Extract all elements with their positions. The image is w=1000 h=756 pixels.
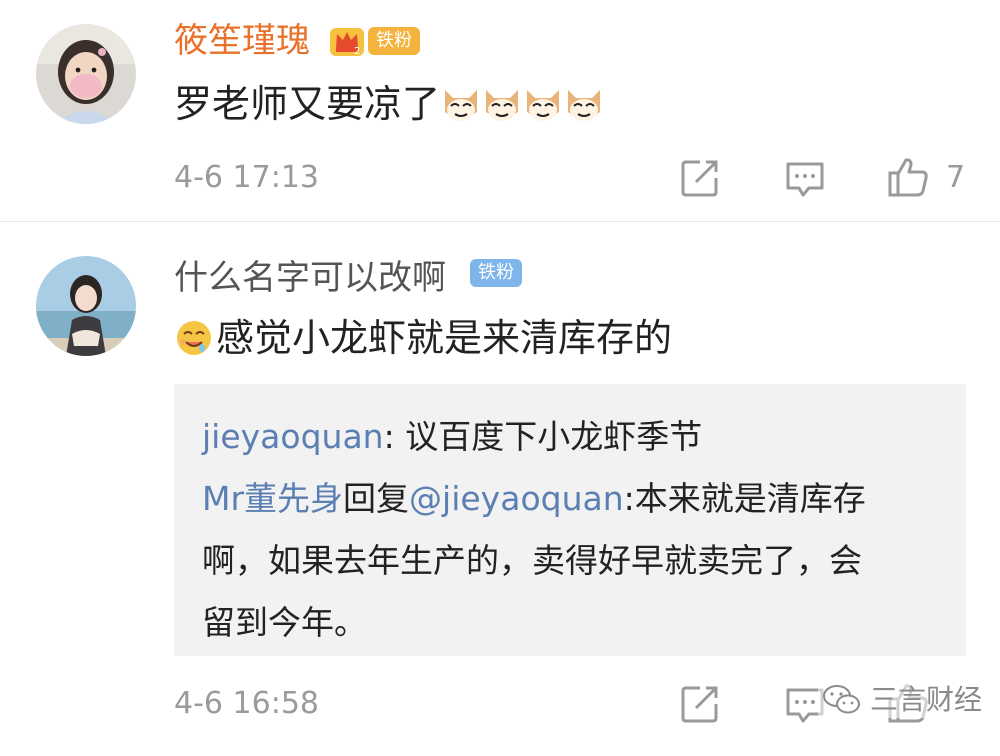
watermark-text: 三言财经 [870,683,983,716]
reply-text-continued: 留到今年。 [202,603,367,642]
fan-badge: 铁粉 [368,27,420,55]
share-icon[interactable] [678,156,722,200]
badge-row: 铁粉 [470,259,522,287]
share-icon[interactable] [678,682,722,726]
cat-face-emoji [527,90,560,121]
reply-username[interactable]: jieyaoquan [202,417,384,456]
comment-item: 筱笙瑾瑰 2 铁粉 罗老师又要凉了 4-6 17:13 7 [0,0,1000,222]
like-icon[interactable] [886,154,930,198]
comment-text-body: 感觉小龙虾就是来清库存的 [216,316,673,360]
wechat-icon [823,685,860,714]
timestamp: 4-6 16:58 [174,686,319,721]
watermark: 三言财经 [818,682,987,718]
svg-text:2: 2 [354,46,360,57]
username[interactable]: 筱笙瑾瑰 [174,20,310,62]
reply-text: : 议百度下小龙虾季节 [383,417,703,456]
reply-icon[interactable] [783,156,827,200]
comment-text-body: 罗老师又要凉了 [174,82,441,126]
comment-item: 什么名字可以改啊 铁粉 感觉小龙虾就是来清库存的 jieyaoquan: 议百度… [0,222,1000,756]
comment-text: 罗老师又要凉了 [174,80,604,128]
username[interactable]: 什么名字可以改啊 [174,257,446,299]
reply-text: :本来就是清库存 [623,479,866,518]
avatar[interactable] [36,256,136,356]
like-count: 7 [946,160,966,195]
crown-icon: 2 [330,28,364,57]
mention-link[interactable]: @jieyaoquan [409,479,624,518]
reply-username[interactable]: Mr董先身 [202,479,343,518]
cat-face-emoji [445,90,478,121]
comment-text: 感觉小龙虾就是来清库存的 [174,314,672,362]
badge-row: 2 铁粉 [328,22,420,60]
avatar[interactable] [36,24,136,124]
reply-item: Mr董先身回复@jieyaoquan:本来就是清库存 [202,468,938,530]
reply-thread[interactable]: jieyaoquan: 议百度下小龙虾季节 Mr董先身回复@jieyaoquan… [174,384,966,656]
reply-word: 回复 [343,479,410,518]
reply-item: jieyaoquan: 议百度下小龙虾季节 [202,406,938,468]
cat-face-emoji [486,90,519,121]
cat-face-emoji [568,90,601,121]
fan-badge: 铁粉 [470,259,522,287]
reply-text-continued: 啊，如果去年生产的，卖得好早就卖完了，会 [202,541,862,580]
timestamp: 4-6 17:13 [174,160,319,195]
drooling-face-emoji [177,321,211,355]
